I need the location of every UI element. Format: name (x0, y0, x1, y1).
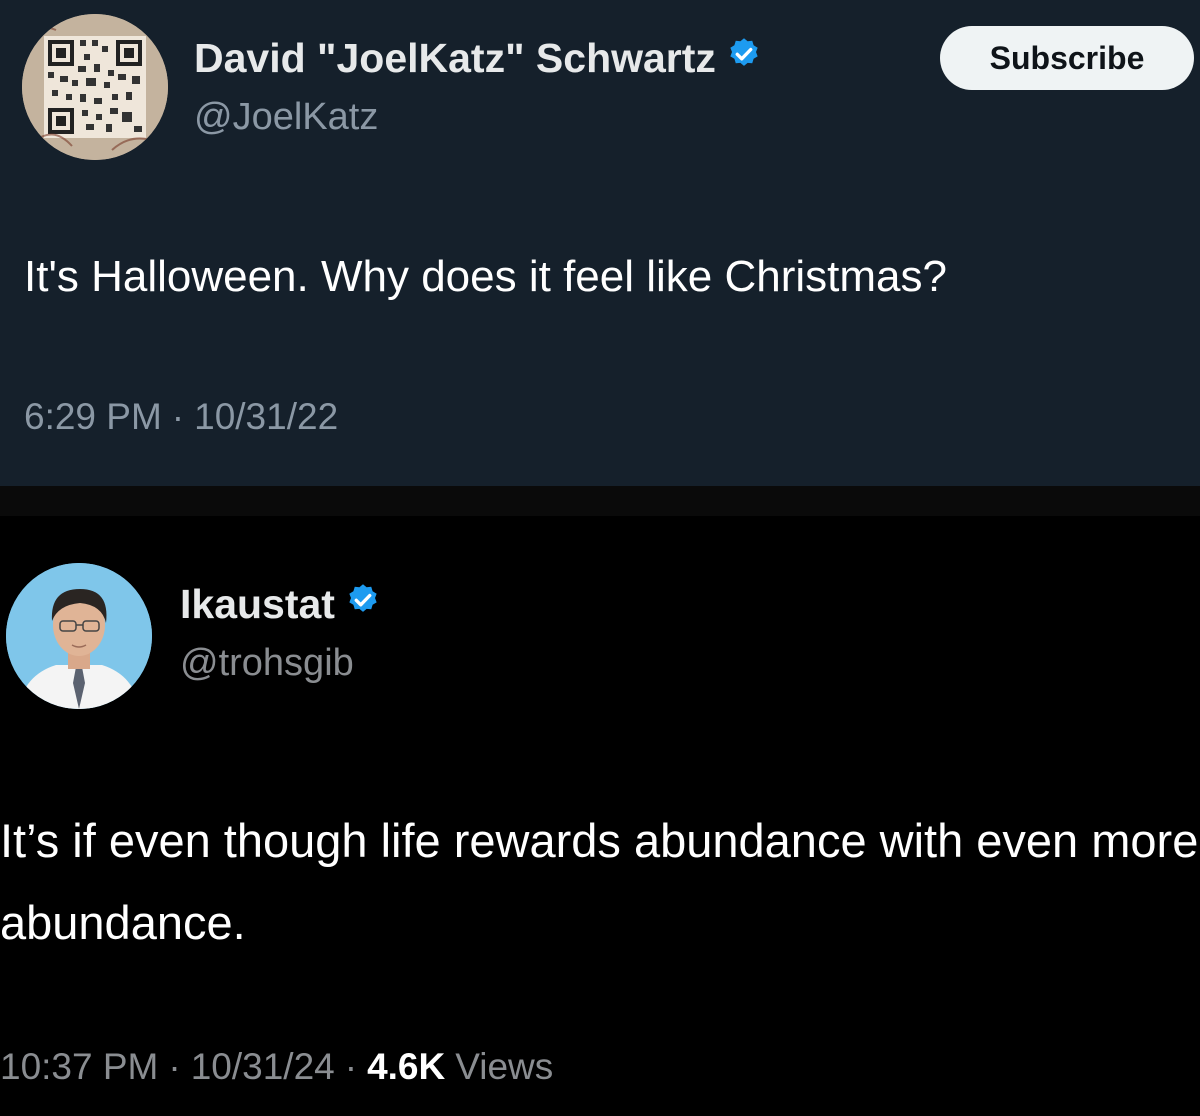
subscribe-button[interactable]: Subscribe (940, 26, 1194, 90)
meta-separator: · (168, 1046, 181, 1087)
display-name-text[interactable]: David "JoelKatz" Schwartz (194, 35, 716, 82)
tweet-text-top: It's Halloween. Why does it feel like Ch… (24, 252, 947, 301)
views-label: Views (455, 1046, 554, 1087)
verified-badge-icon (726, 35, 762, 82)
user-handle-top[interactable]: @JoelKatz (194, 96, 378, 139)
display-name-text[interactable]: Ikaustat (180, 581, 335, 628)
display-name-bottom[interactable]: Ikaustat (180, 576, 381, 632)
qr-code-avatar[interactable] (22, 14, 168, 160)
tweet-meta-bottom: 10:37 PM · 10/31/24 · 4.6K Views (0, 1046, 553, 1088)
display-name-top[interactable]: David "JoelKatz" Schwartz (194, 30, 762, 86)
meta-separator: · (171, 396, 185, 437)
tweet-time[interactable]: 6:29 PM (24, 396, 162, 438)
tweet-meta-top: 6:29 PM · 10/31/22 (24, 396, 338, 438)
user-handle-bottom[interactable]: @trohsgib (180, 642, 354, 685)
tweet-date[interactable]: 10/31/22 (194, 396, 338, 438)
meta-separator: · (344, 1046, 358, 1087)
views-count[interactable]: 4.6K (367, 1046, 445, 1088)
tweet-time[interactable]: 10:37 PM (0, 1046, 158, 1088)
person-photo-avatar[interactable] (6, 563, 152, 709)
tweet-date[interactable]: 10/31/24 (191, 1046, 335, 1088)
tweet-divider (0, 486, 1200, 516)
verified-badge-icon (345, 581, 381, 628)
tweet-text-bottom: It’s if even though life rewards abundan… (0, 814, 1199, 949)
